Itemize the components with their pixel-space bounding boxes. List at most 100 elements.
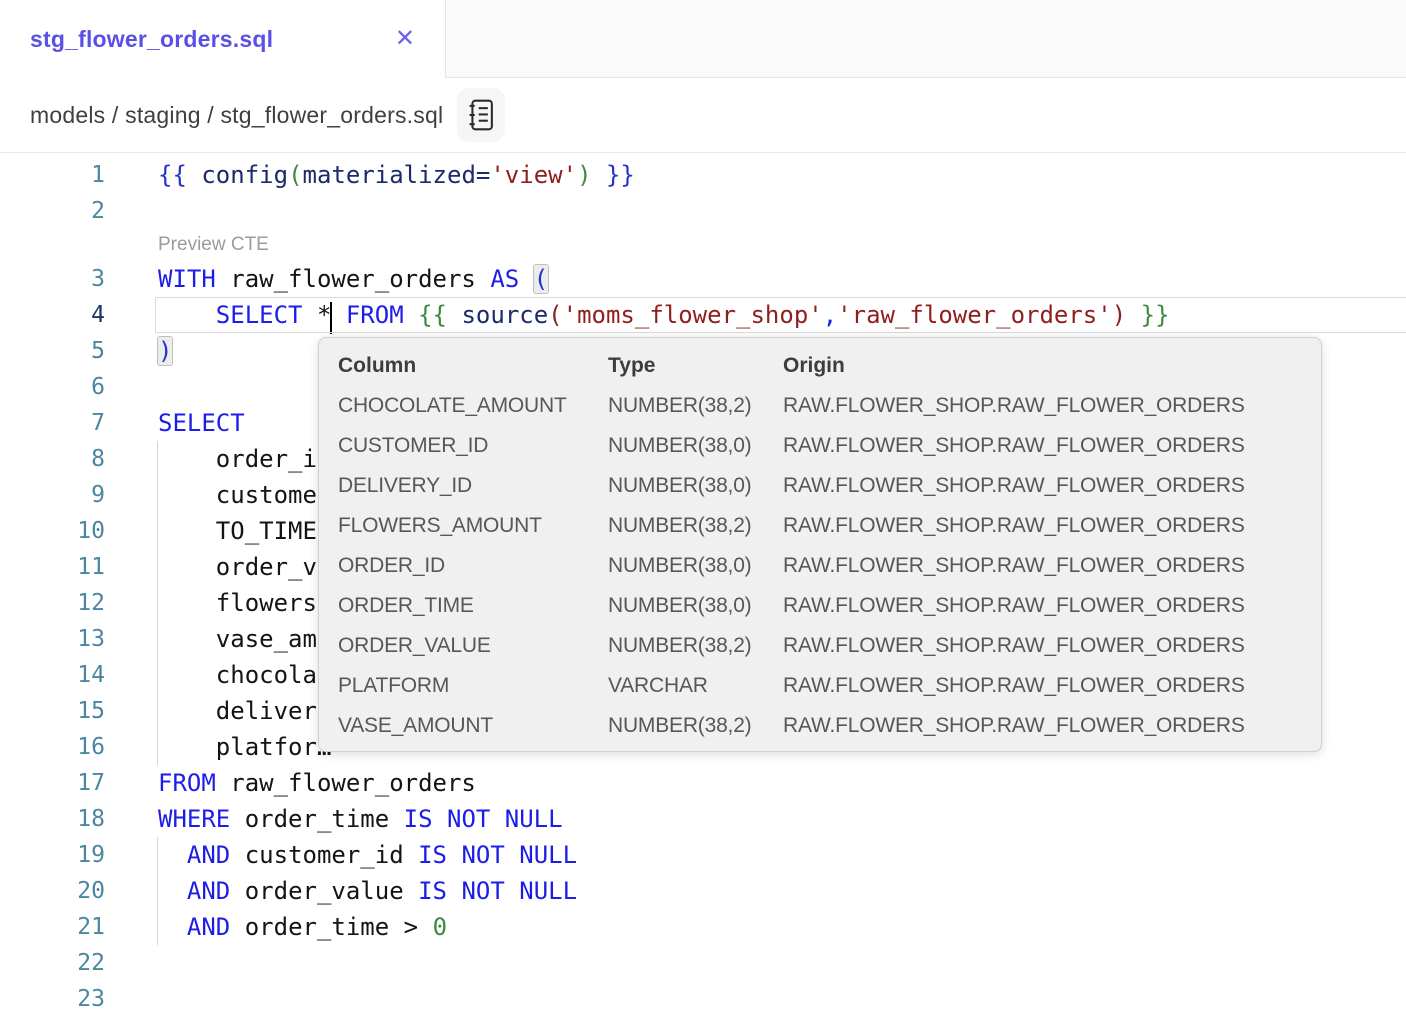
popup-cell-column: DELIVERY_ID [338, 474, 608, 498]
popup-cell-type: NUMBER(38,2) [608, 714, 783, 738]
code-text: vase_am [158, 621, 317, 657]
popup-cell-column: CUSTOMER_ID [338, 434, 608, 458]
line-number[interactable]: 8 [0, 441, 105, 477]
column-info-row: VASE_AMOUNTNUMBER(38,2)RAW.FLOWER_SHOP.R… [338, 706, 1321, 746]
column-info-row: ORDER_TIMENUMBER(38,0)RAW.FLOWER_SHOP.RA… [338, 586, 1321, 626]
code-text: order_i [158, 441, 317, 477]
code-line[interactable]: 17FROM raw_flower_orders [0, 765, 1406, 801]
column-info-row: PLATFORMVARCHARRAW.FLOWER_SHOP.RAW_FLOWE… [338, 666, 1321, 706]
popup-cell-type: NUMBER(38,0) [608, 474, 783, 498]
tab-stg-flower-orders[interactable]: stg_flower_orders.sql ✕ [0, 0, 445, 78]
line-number[interactable]: 15 [0, 693, 105, 729]
line-number[interactable]: 11 [0, 549, 105, 585]
column-info-row: FLOWERS_AMOUNTNUMBER(38,2)RAW.FLOWER_SHO… [338, 506, 1321, 546]
line-number[interactable]: 22 [0, 945, 105, 981]
breadcrumb[interactable]: models / staging / stg_flower_orders.sql [30, 102, 443, 129]
column-info-row: ORDER_VALUENUMBER(38,2)RAW.FLOWER_SHOP.R… [338, 626, 1321, 666]
code-text: platfor… [158, 729, 331, 765]
popup-cell-column: ORDER_VALUE [338, 634, 608, 658]
code-line[interactable]: 1 {{ config(materialized='view') }} [0, 157, 1406, 193]
popup-cell-origin: RAW.FLOWER_SHOP.RAW_FLOWER_ORDERS [783, 714, 1321, 738]
code-line[interactable]: 19 AND customer_id IS NOT NULL [0, 837, 1406, 873]
popup-cell-column: VASE_AMOUNT [338, 714, 608, 738]
code-text: WHERE order_time IS NOT NULL [158, 801, 563, 837]
line-number[interactable]: 16 [0, 729, 105, 765]
close-tab-icon[interactable]: ✕ [395, 27, 415, 51]
code-text: WITH raw_flower_orders AS ( [158, 261, 548, 297]
line-number[interactable]: 23 [0, 981, 105, 1017]
code-text: AND order_time > 0 [158, 909, 447, 945]
code-line[interactable]: 2 [0, 193, 1406, 229]
line-number[interactable]: 7 [0, 405, 105, 441]
code-line[interactable]: 3 WITH raw_flower_orders AS ( [0, 261, 1406, 297]
line-number[interactable]: 19 [0, 837, 105, 873]
line-number[interactable]: 6 [0, 369, 105, 405]
column-info-row: DELIVERY_IDNUMBER(38,0)RAW.FLOWER_SHOP.R… [338, 466, 1321, 506]
line-number[interactable]: 5 [0, 333, 105, 369]
popup-cell-origin: RAW.FLOWER_SHOP.RAW_FLOWER_ORDERS [783, 674, 1321, 698]
code-line[interactable]: 21 AND order_time > 0 [0, 909, 1406, 945]
popup-header-cell: Type [608, 354, 783, 378]
popup-cell-column: PLATFORM [338, 674, 608, 698]
code-text: order_v [158, 549, 317, 585]
popup-cell-origin: RAW.FLOWER_SHOP.RAW_FLOWER_ORDERS [783, 474, 1321, 498]
tab-strip-empty-area [445, 0, 1406, 78]
line-number[interactable]: 10 [0, 513, 105, 549]
code-text: TO_TIME [158, 513, 317, 549]
popup-cell-type: NUMBER(38,0) [608, 594, 783, 618]
file-lineage-button[interactable] [457, 88, 505, 142]
popup-header-row: ColumnTypeOrigin [338, 346, 1321, 386]
code-text: SELECT [158, 405, 245, 441]
code-lens[interactable]: Preview CTE [0, 229, 1406, 261]
line-number[interactable]: 14 [0, 657, 105, 693]
line-number[interactable]: 9 [0, 477, 105, 513]
code-line[interactable]: 20 AND order_value IS NOT NULL [0, 873, 1406, 909]
code-text: custome [158, 477, 317, 513]
popup-cell-origin: RAW.FLOWER_SHOP.RAW_FLOWER_ORDERS [783, 594, 1321, 618]
popup-cell-column: ORDER_ID [338, 554, 608, 578]
popup-header-cell: Origin [783, 354, 1321, 378]
breadcrumb-bar: models / staging / stg_flower_orders.sql [0, 78, 1406, 153]
code-line[interactable]: 18 WHERE order_time IS NOT NULL [0, 801, 1406, 837]
line-number[interactable]: 1 [0, 157, 105, 193]
line-number[interactable]: 4 [0, 297, 105, 333]
code-text: AND order_value IS NOT NULL [158, 873, 577, 909]
popup-cell-origin: RAW.FLOWER_SHOP.RAW_FLOWER_ORDERS [783, 514, 1321, 538]
line-number[interactable]: 18 [0, 801, 105, 837]
column-info-popup: ColumnTypeOriginCHOCOLATE_AMOUNTNUMBER(3… [318, 337, 1322, 752]
code-line[interactable]: 22 [0, 945, 1406, 981]
popup-cell-origin: RAW.FLOWER_SHOP.RAW_FLOWER_ORDERS [783, 634, 1321, 658]
popup-cell-column: FLOWERS_AMOUNT [338, 514, 608, 538]
line-number[interactable]: 20 [0, 873, 105, 909]
tab-title: stg_flower_orders.sql [30, 26, 273, 53]
code-text: ) [158, 333, 172, 369]
column-info-row: ORDER_IDNUMBER(38,0)RAW.FLOWER_SHOP.RAW_… [338, 546, 1321, 586]
popup-cell-origin: RAW.FLOWER_SHOP.RAW_FLOWER_ORDERS [783, 434, 1321, 458]
popup-cell-origin: RAW.FLOWER_SHOP.RAW_FLOWER_ORDERS [783, 394, 1321, 418]
code-text: deliver [158, 693, 317, 729]
code-line[interactable]: 23 [0, 981, 1406, 1017]
code-line[interactable]: 4 SELECT * FROM {{ source('moms_flower_s… [0, 297, 1406, 333]
line-number[interactable]: 13 [0, 621, 105, 657]
popup-cell-type: NUMBER(38,0) [608, 554, 783, 578]
code-text: chocola [158, 657, 317, 693]
line-number[interactable]: 12 [0, 585, 105, 621]
line-number[interactable]: 2 [0, 193, 105, 229]
popup-header-cell: Column [338, 354, 608, 378]
code-text: flowers [158, 585, 317, 621]
popup-cell-column: CHOCOLATE_AMOUNT [338, 394, 608, 418]
popup-cell-column: ORDER_TIME [338, 594, 608, 618]
line-number[interactable]: 21 [0, 909, 105, 945]
code-text: {{ config(materialized='view') }} [158, 157, 635, 193]
popup-cell-type: NUMBER(38,0) [608, 434, 783, 458]
journal-icon [467, 99, 495, 131]
column-info-row: CHOCOLATE_AMOUNTNUMBER(38,2)RAW.FLOWER_S… [338, 386, 1321, 426]
indent-guide [157, 441, 158, 765]
line-number[interactable]: 3 [0, 261, 105, 297]
popup-cell-type: NUMBER(38,2) [608, 634, 783, 658]
tab-bar: stg_flower_orders.sql ✕ [0, 0, 1406, 78]
line-number[interactable]: 17 [0, 765, 105, 801]
column-info-row: CUSTOMER_IDNUMBER(38,0)RAW.FLOWER_SHOP.R… [338, 426, 1321, 466]
popup-cell-origin: RAW.FLOWER_SHOP.RAW_FLOWER_ORDERS [783, 554, 1321, 578]
popup-cell-type: VARCHAR [608, 674, 783, 698]
